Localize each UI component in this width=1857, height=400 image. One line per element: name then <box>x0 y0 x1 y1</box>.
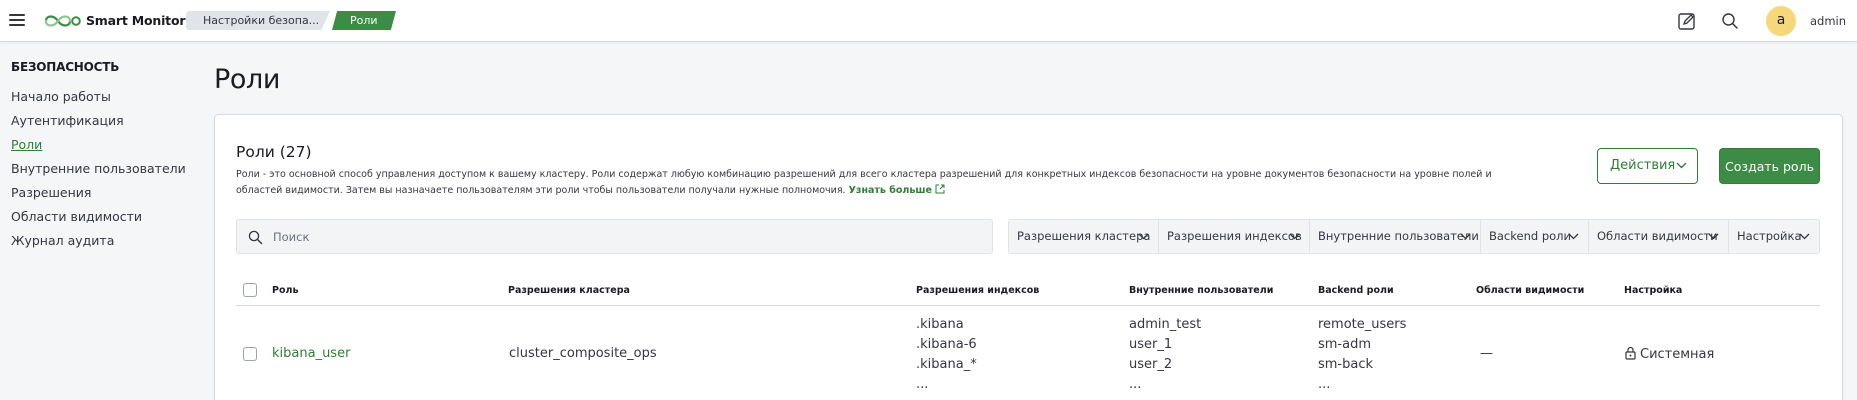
select-all-checkbox[interactable] <box>243 283 257 297</box>
filter-label: Разрешения индексов <box>1167 229 1302 243</box>
filter-cluster-permissions[interactable]: Разрешения кластера <box>1009 220 1159 253</box>
column-header-role[interactable]: Роль <box>272 285 298 296</box>
internal-users-cell: admin_test user_1 user_2 ... <box>1129 315 1201 395</box>
learn-more-label[interactable]: Узнать больше <box>849 185 932 196</box>
filter-setting[interactable]: Настройка <box>1729 220 1819 253</box>
actions-label: Действия <box>1610 158 1676 173</box>
search-field[interactable] <box>236 219 993 254</box>
index-permission-item: .kibana_* <box>916 357 977 372</box>
internal-user-item: admin_test <box>1129 317 1202 332</box>
column-header-setting[interactable]: Настройка <box>1624 285 1682 296</box>
index-permission-item: .kibana <box>916 317 964 332</box>
filter-label: Внутренние пользователи <box>1318 229 1479 243</box>
filter-backend-roles[interactable]: Backend роли <box>1481 220 1589 253</box>
internal-users-more[interactable]: ... <box>1129 375 1201 395</box>
column-header-index-permissions[interactable]: Разрешения индексов <box>916 285 1039 296</box>
top-bar: Smart Monitor Настройки безопа... Роли a… <box>0 0 1857 42</box>
create-role-button[interactable]: Создать роль <box>1719 148 1820 184</box>
chevron-down-icon <box>1708 233 1719 240</box>
breadcrumb-roles: Роли <box>332 11 396 30</box>
cluster-permissions-cell: cluster_composite_ops <box>509 346 657 361</box>
panel-title: Роли (27) <box>236 143 312 161</box>
sidebar-item-audit-log[interactable]: Журнал аудита <box>11 233 114 248</box>
chevron-down-icon <box>1676 162 1687 169</box>
search-icon[interactable] <box>1720 11 1740 31</box>
setting-cell: Системная <box>1625 346 1714 362</box>
column-header-cluster-permissions[interactable]: Разрешения кластера <box>508 285 630 296</box>
sidebar-item-authentication[interactable]: Аутентификация <box>11 113 124 128</box>
sidebar-item-getting-started[interactable]: Начало работы <box>11 89 111 104</box>
backend-roles-more[interactable]: ... <box>1318 375 1406 395</box>
column-header-internal-users[interactable]: Внутренние пользователи <box>1129 285 1273 296</box>
filter-label: Области видимости <box>1597 229 1718 243</box>
backend-role-item: remote_users <box>1318 317 1407 332</box>
chevron-down-icon <box>1138 233 1149 240</box>
edit-icon[interactable] <box>1677 11 1697 31</box>
role-name-link[interactable]: kibana_user <box>272 346 350 361</box>
sidebar-item-roles[interactable]: Роли <box>11 137 42 152</box>
filter-group: Разрешения кластера Разрешения индексов … <box>1008 219 1820 254</box>
row-checkbox[interactable] <box>243 347 257 361</box>
filter-scopes[interactable]: Области видимости <box>1589 220 1729 253</box>
chevron-down-icon <box>1568 233 1579 240</box>
panel-description: Роли - это основной способ управления до… <box>236 167 1536 199</box>
sidebar-item-scopes[interactable]: Области видимости <box>11 209 142 224</box>
external-link-icon[interactable] <box>935 184 945 194</box>
chevron-down-icon <box>1460 233 1471 240</box>
chevron-down-icon <box>1799 233 1810 240</box>
setting-value: Системная <box>1640 347 1715 362</box>
search-icon <box>248 230 263 245</box>
username[interactable]: admin <box>1810 14 1846 28</box>
index-permissions-cell: .kibana .kibana-6 .kibana_* ... <box>916 315 977 395</box>
sidebar-title: БЕЗОПАСНОСТЬ <box>11 60 120 74</box>
search-input[interactable] <box>273 220 973 253</box>
backend-roles-cell: remote_users sm-adm sm-back ... <box>1318 315 1406 395</box>
column-header-backend-roles[interactable]: Backend роли <box>1318 285 1394 296</box>
column-header-scopes[interactable]: Области видимости <box>1476 285 1584 296</box>
filter-index-permissions[interactable]: Разрешения индексов <box>1159 220 1310 253</box>
sidebar-item-permissions[interactable]: Разрешения <box>11 185 91 200</box>
filter-label: Backend роли <box>1489 229 1571 243</box>
menu-icon[interactable] <box>9 12 25 28</box>
filter-internal-users[interactable]: Внутренние пользователи <box>1310 220 1481 253</box>
sidebar-item-internal-users[interactable]: Внутренние пользователи <box>11 161 186 176</box>
scopes-cell: — <box>1480 346 1493 361</box>
learn-more-link[interactable]: Узнать больше <box>849 184 945 196</box>
backend-role-item: sm-back <box>1318 357 1374 372</box>
table-header-divider <box>236 305 1820 306</box>
avatar[interactable]: a <box>1766 6 1796 36</box>
page-title: Роли <box>214 64 281 95</box>
app-name: Smart Monitor <box>86 13 186 28</box>
index-permission-more[interactable]: ... <box>916 375 977 395</box>
filter-label: Разрешения кластера <box>1017 229 1151 243</box>
internal-user-item: user_2 <box>1129 357 1173 372</box>
chevron-down-icon <box>1289 233 1300 240</box>
infinity-logo-icon[interactable] <box>43 12 81 30</box>
filter-label: Настройка <box>1737 229 1802 243</box>
actions-button[interactable]: Действия <box>1597 148 1698 184</box>
breadcrumb-security-settings[interactable]: Настройки безопа... <box>186 11 330 30</box>
backend-role-item: sm-adm <box>1318 337 1372 352</box>
lock-icon <box>1625 346 1636 360</box>
index-permission-item: .kibana-6 <box>916 337 977 352</box>
internal-user-item: user_1 <box>1129 337 1173 352</box>
